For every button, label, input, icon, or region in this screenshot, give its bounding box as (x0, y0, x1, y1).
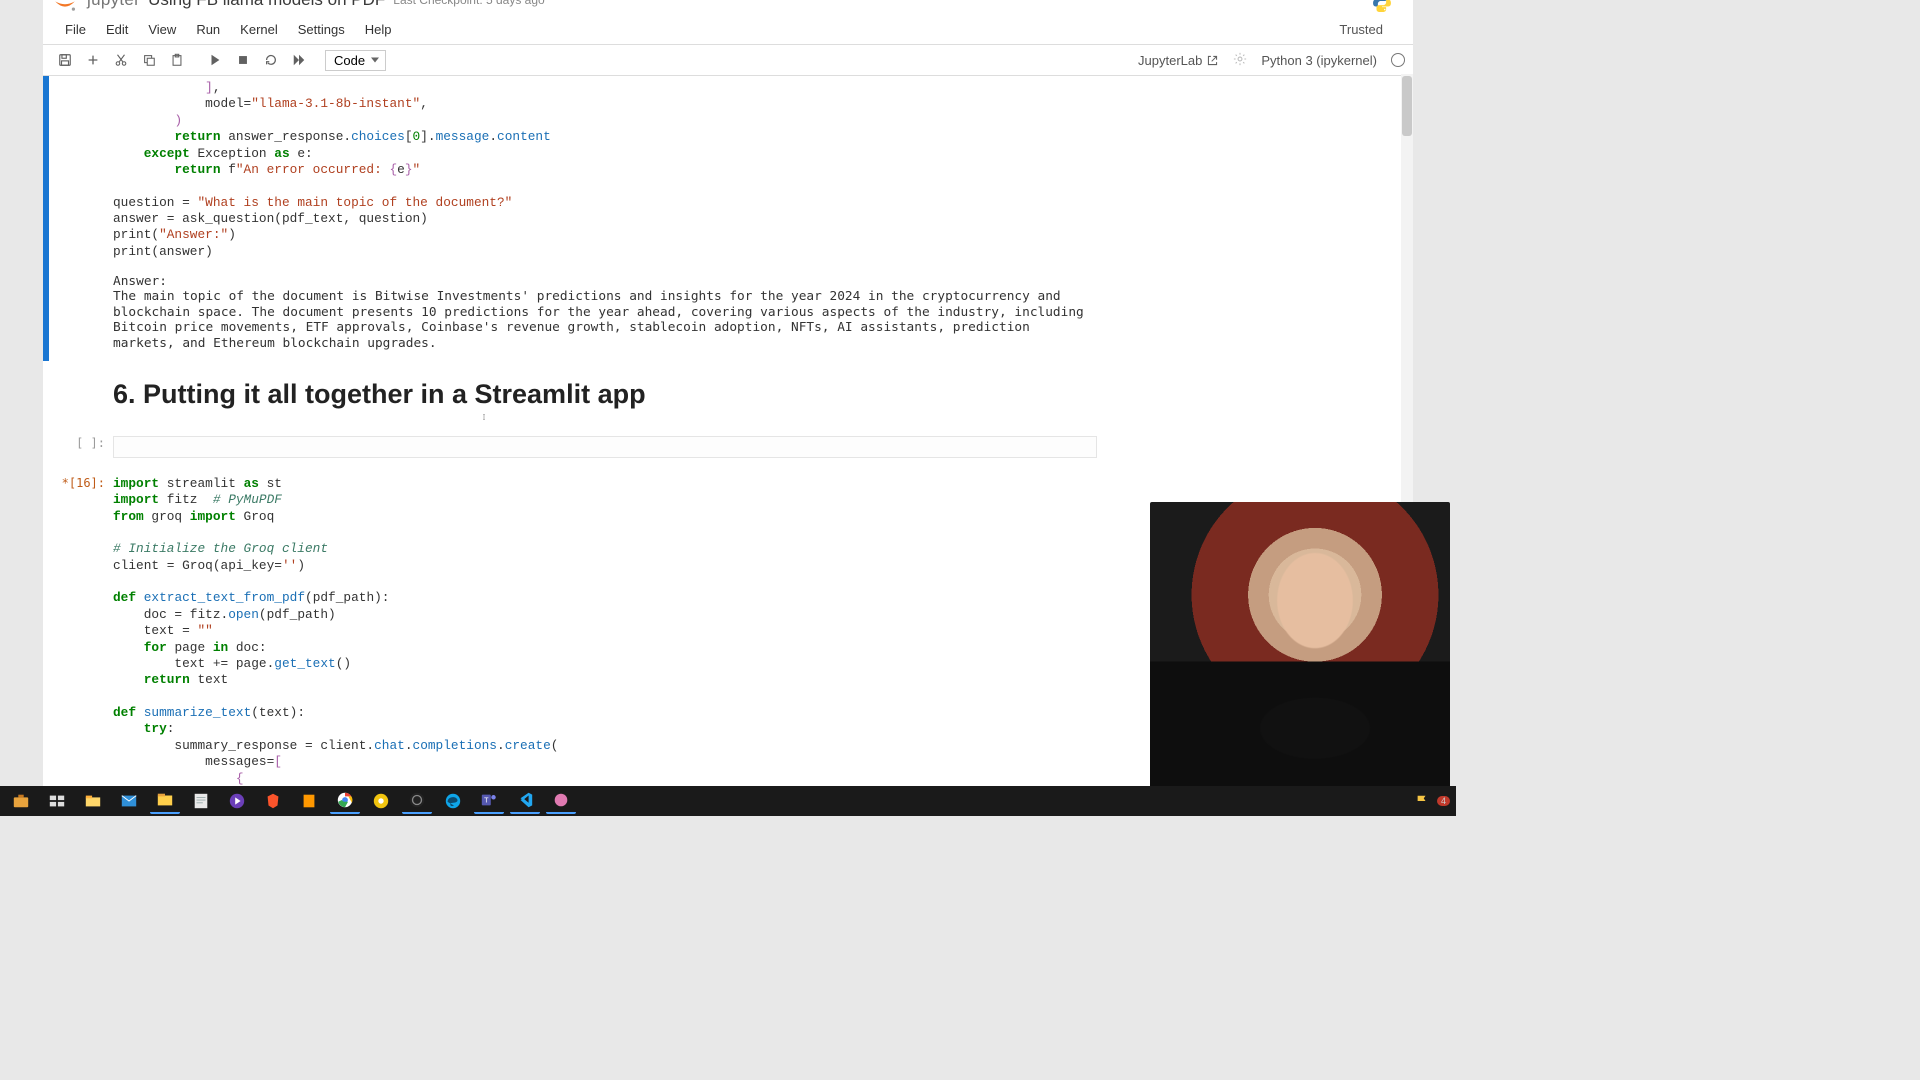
taskbar-explorer-icon[interactable] (78, 788, 108, 814)
output-prompt (49, 268, 113, 361)
cut-button[interactable] (107, 47, 135, 73)
taskbar-mail-icon[interactable] (114, 788, 144, 814)
paste-button[interactable] (163, 47, 191, 73)
external-link-icon (1206, 54, 1219, 67)
checkpoint-text: Last Checkpoint: 5 days ago (393, 0, 544, 7)
empty-code-cell[interactable]: [ ]: (43, 432, 1105, 466)
svg-text:T: T (484, 796, 489, 805)
save-button[interactable] (51, 47, 79, 73)
menu-help[interactable]: Help (355, 16, 402, 43)
run-button[interactable] (201, 47, 229, 73)
taskbar-chromium-icon[interactable] (366, 788, 396, 814)
logo-area: jupyter Using FB llama models on PDF Las… (51, 0, 545, 14)
taskbar-brave-icon[interactable] (258, 788, 288, 814)
taskbar-files-icon[interactable] (150, 788, 180, 814)
menu-kernel[interactable]: Kernel (230, 16, 288, 43)
taskbar-briefcase-icon[interactable] (6, 788, 36, 814)
header-bar: jupyter Using FB llama models on PDF Las… (43, 0, 1413, 14)
copy-button[interactable] (135, 47, 163, 73)
taskbar-tray[interactable]: 4 (1415, 794, 1450, 808)
menu-edit[interactable]: Edit (96, 16, 138, 43)
taskbar-notes-icon[interactable] (186, 788, 216, 814)
code-input[interactable]: ], model="llama-3.1-8b-instant", ) retur… (113, 80, 1097, 260)
stop-button[interactable] (229, 47, 257, 73)
restart-button[interactable] (257, 47, 285, 73)
trusted-label: Trusted (1339, 22, 1383, 37)
tray-flag-icon[interactable] (1415, 794, 1429, 808)
taskbar-edge-icon[interactable] (438, 788, 468, 814)
app-name: jupyter (87, 0, 140, 10)
open-jupyterlab-label: JupyterLab (1138, 53, 1202, 68)
empty-cell-input[interactable] (113, 436, 1097, 458)
cell-type-select[interactable]: Code (325, 50, 386, 71)
kernel-name[interactable]: Python 3 (ipykernel) (1261, 53, 1377, 68)
open-jupyterlab-link[interactable]: JupyterLab (1138, 53, 1219, 68)
taskbar-media-icon[interactable] (222, 788, 252, 814)
code-input-2[interactable]: import streamlit as st import fitz # PyM… (113, 476, 1097, 790)
cell-prompt-running: *[16]: (49, 472, 113, 790)
scrollbar-thumb[interactable] (1402, 76, 1412, 136)
toolbar: Code JupyterLab Python 3 (ipykernel) (43, 44, 1413, 76)
markdown-cell[interactable]: 6. Putting it all together in a Streamli… (43, 361, 1105, 426)
taskbar-teams-icon[interactable]: T (474, 788, 504, 814)
output-cell-1: Answer: The main topic of the document i… (43, 268, 1105, 361)
menu-view[interactable]: View (138, 16, 186, 43)
taskbar-obs-icon[interactable] (402, 788, 432, 814)
notebook-title[interactable]: Using FB llama models on PDF (148, 0, 385, 10)
jupyter-logo-icon (51, 0, 79, 14)
code-cell-1[interactable]: ], model="llama-3.1-8b-instant", ) retur… (43, 76, 1105, 268)
taskbar: T 4 (0, 786, 1456, 816)
code-cell-2[interactable]: *[16]: import streamlit as st import fit… (43, 472, 1105, 790)
add-cell-button[interactable] (79, 47, 107, 73)
tray-badge: 4 (1437, 796, 1450, 806)
menu-file[interactable]: File (55, 16, 96, 43)
menubar: File Edit View Run Kernel Settings Help … (43, 14, 1413, 44)
kernel-status-icon[interactable] (1391, 53, 1405, 67)
empty-cell-prompt: [ ]: (49, 432, 113, 466)
webcam-overlay (1150, 502, 1450, 792)
taskbar-vscode-icon[interactable] (510, 788, 540, 814)
taskbar-sublime-icon[interactable] (294, 788, 324, 814)
menu-settings[interactable]: Settings (288, 16, 355, 43)
taskbar-taskview-icon[interactable] (42, 788, 72, 814)
gear-icon[interactable] (1233, 52, 1247, 69)
taskbar-app-icon[interactable] (546, 788, 576, 814)
python-logo-icon (1371, 0, 1393, 14)
menu-run[interactable]: Run (186, 16, 230, 43)
taskbar-chrome-icon[interactable] (330, 788, 360, 814)
restart-run-all-button[interactable] (285, 47, 313, 73)
section-heading: 6. Putting it all together in a Streamli… (113, 365, 1097, 418)
cell-prompt (49, 76, 113, 268)
cell-output-text: Answer: The main topic of the document i… (113, 272, 1097, 353)
